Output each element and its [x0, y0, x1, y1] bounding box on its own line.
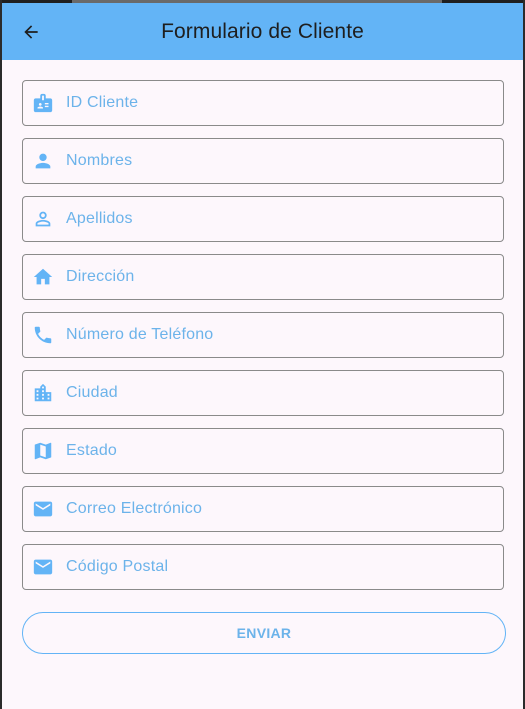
correo-field[interactable]: Correo Electrónico [22, 486, 504, 532]
person-outline-icon [32, 208, 54, 230]
submit-button[interactable]: ENVIAR [22, 612, 506, 654]
field-label: Ciudad [66, 384, 118, 401]
page-title: Formulario de Cliente [161, 20, 364, 43]
screen: Formulario de Cliente ID Cliente Nombres… [0, 0, 525, 709]
email-icon [32, 556, 54, 578]
id-cliente-field[interactable]: ID Cliente [22, 80, 504, 126]
ciudad-field[interactable]: Ciudad [22, 370, 504, 416]
field-label: Nombres [66, 152, 133, 169]
estado-field[interactable]: Estado [22, 428, 504, 474]
app-bar: Formulario de Cliente [2, 3, 523, 60]
field-label: Dirección [66, 268, 135, 285]
apellidos-field[interactable]: Apellidos [22, 196, 504, 242]
telefono-field[interactable]: Número de Teléfono [22, 312, 504, 358]
nombres-field[interactable]: Nombres [22, 138, 504, 184]
phone-icon [32, 324, 54, 346]
badge-icon [32, 92, 54, 114]
direccion-field[interactable]: Dirección [22, 254, 504, 300]
email-icon [32, 498, 54, 520]
map-icon [32, 440, 54, 462]
person-icon [32, 150, 54, 172]
city-icon [32, 382, 54, 404]
window-edge-left [0, 0, 2, 709]
field-label: Apellidos [66, 210, 133, 227]
codigo-postal-field[interactable]: Código Postal [22, 544, 504, 590]
field-label: Correo Electrónico [66, 500, 203, 517]
field-label: Estado [66, 442, 118, 459]
home-icon [32, 266, 54, 288]
field-label: ID Cliente [66, 94, 139, 111]
field-label: Código Postal [66, 558, 169, 575]
field-label: Número de Teléfono [66, 326, 214, 343]
